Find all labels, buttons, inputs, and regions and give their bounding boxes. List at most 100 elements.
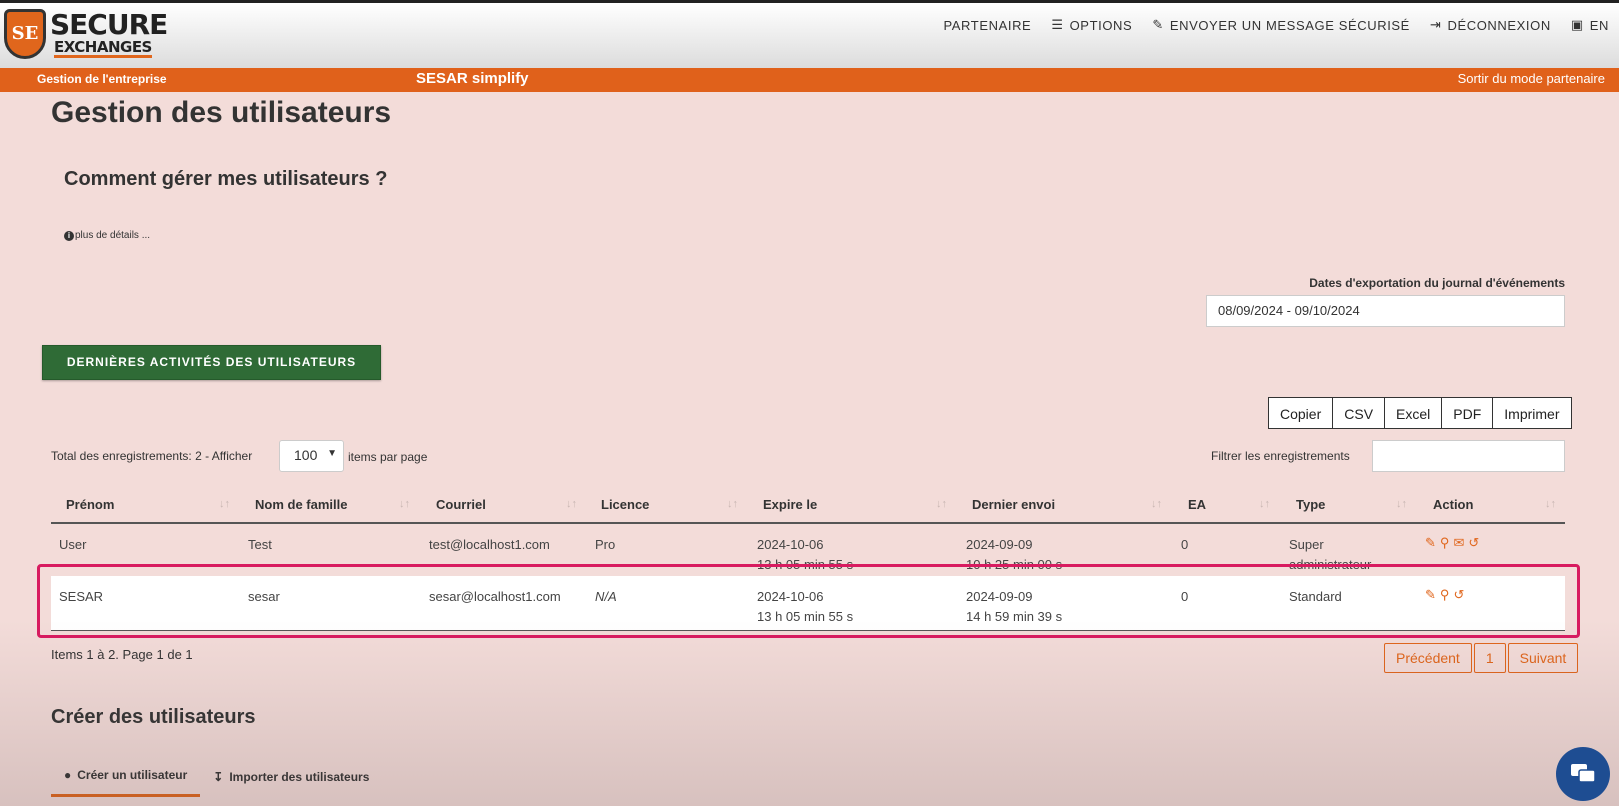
page-1-button[interactable]: 1 xyxy=(1473,643,1506,673)
company-name: SESAR simplify xyxy=(416,70,529,87)
col-expire[interactable]: Expire le xyxy=(763,497,817,512)
envoi-time: 10 h 25 min 00 s xyxy=(966,557,1063,572)
history-icon[interactable]: ↺ xyxy=(1468,535,1479,551)
details-link[interactable]: i plus de détails ... xyxy=(64,230,150,241)
row-actions: ✎ ⚲ ✉ ↺ xyxy=(1425,535,1479,551)
cell-dernier-envoi: 2024-09-09 14 h 59 min 39 s xyxy=(966,587,1062,627)
create-users-title: Créer des utilisateurs xyxy=(51,706,256,728)
cell-licence: N/A xyxy=(595,589,617,604)
nav-language[interactable]: ▣ EN xyxy=(1571,18,1609,33)
sort-icon[interactable]: ↓↑ xyxy=(727,498,738,510)
nav-send-label: ENVOYER UN MESSAGE SÉCURISÉ xyxy=(1169,18,1410,33)
secure-exchanges-logo[interactable]: SE SECURE EXCHANGES xyxy=(4,8,168,63)
table-row: SESAR sesar sesar@localhost1.com N/A 202… xyxy=(51,576,1565,631)
logo-text-line2: EXCHANGES xyxy=(54,38,152,58)
envoi-time: 14 h 59 min 39 s xyxy=(966,609,1063,624)
filter-input[interactable] xyxy=(1372,440,1565,472)
user-edit-icon[interactable]: ✎ xyxy=(1425,535,1436,551)
csv-button[interactable]: CSV xyxy=(1332,397,1386,429)
sort-icon[interactable]: ↓↑ xyxy=(219,498,230,510)
export-dates-input[interactable]: 08/09/2024 - 09/10/2024 xyxy=(1206,295,1565,327)
row-actions: ✎ ⚲ ↺ xyxy=(1425,587,1464,603)
expire-date: 2024-10-06 xyxy=(757,537,824,552)
cell-prenom: SESAR xyxy=(59,589,104,604)
cell-dernier-envoi: 2024-09-09 10 h 25 min 00 s xyxy=(966,535,1062,575)
page-title: Gestion des utilisateurs xyxy=(51,96,392,129)
create-tabs: ● Créer un utilisateur ↧ Importer des ut… xyxy=(51,760,382,797)
cell-licence: Pro xyxy=(595,537,616,552)
next-page-button[interactable]: Suivant xyxy=(1507,643,1579,673)
user-icon: ● xyxy=(64,768,72,782)
cell-type: Super administrateur xyxy=(1289,535,1371,575)
details-link-label: plus de détails ... xyxy=(75,230,151,241)
envoi-date: 2024-09-09 xyxy=(966,589,1033,604)
main-nav: PARTENAIRE ☰ OPTIONS ✎ ENVOYER UN MESSAG… xyxy=(943,18,1609,33)
chevron-down-icon: ▼ xyxy=(327,448,337,459)
history-icon[interactable]: ↺ xyxy=(1453,587,1464,603)
nav-partenaire[interactable]: PARTENAIRE xyxy=(943,18,1031,33)
filter-label: Filtrer les enregistrements xyxy=(1211,449,1350,463)
cell-nom: Test xyxy=(248,537,272,552)
award-icon[interactable]: ⚲ xyxy=(1440,535,1450,551)
export-button-group: Copier CSV Excel PDF Imprimer xyxy=(1268,397,1572,429)
cell-ea: 0 xyxy=(1181,589,1189,604)
type-line1: Super xyxy=(1289,537,1324,552)
cell-courriel: sesar@localhost1.com xyxy=(429,589,561,604)
chat-button[interactable] xyxy=(1556,747,1610,801)
cell-expire: 2024-10-06 13 h 05 min 55 s xyxy=(757,535,853,575)
page-size-select[interactable]: 100 ▼ xyxy=(279,440,344,472)
pdf-button[interactable]: PDF xyxy=(1441,397,1494,429)
info-icon: i xyxy=(64,230,74,241)
logo-text-line1: SECURE xyxy=(50,8,168,41)
sort-icon[interactable]: ↓↑ xyxy=(399,498,410,510)
edit-icon: ✎ xyxy=(1152,18,1164,33)
table-header: Prénom ↓↑ Nom de famille ↓↑ Courriel ↓↑ … xyxy=(51,488,1565,524)
nav-partenaire-label: PARTENAIRE xyxy=(943,18,1032,33)
col-ea[interactable]: EA xyxy=(1188,497,1206,512)
col-nom[interactable]: Nom de famille xyxy=(255,497,347,512)
sort-icon[interactable]: ↓↑ xyxy=(936,498,947,510)
sort-icon[interactable]: ↓↑ xyxy=(1396,498,1407,510)
col-dernier-envoi[interactable]: Dernier envoi xyxy=(972,497,1055,512)
user-edit-icon[interactable]: ✎ xyxy=(1425,587,1436,603)
cell-expire: 2024-10-06 13 h 05 min 55 s xyxy=(757,587,853,627)
table-row: User Test test@localhost1.com Pro 2024-1… xyxy=(51,524,1565,576)
items-per-page-label: items par page xyxy=(348,450,428,464)
excel-button[interactable]: Excel xyxy=(1384,397,1443,429)
cell-courriel: test@localhost1.com xyxy=(429,537,550,552)
company-management-link[interactable]: Gestion de l'entreprise xyxy=(37,72,167,86)
recent-activities-button[interactable]: DERNIÈRES ACTIVITÉS DES UTILISATEURS xyxy=(42,345,381,380)
col-type[interactable]: Type xyxy=(1296,497,1325,512)
sort-icon[interactable]: ↓↑ xyxy=(1545,498,1556,510)
help-title: Comment gérer mes utilisateurs ? xyxy=(64,168,388,190)
sort-icon[interactable]: ↓↑ xyxy=(566,498,577,510)
col-licence[interactable]: Licence xyxy=(601,497,649,512)
top-navbar: SE SECURE EXCHANGES PARTENAIRE ☰ OPTIONS… xyxy=(0,0,1619,68)
envoi-date: 2024-09-09 xyxy=(966,537,1033,552)
col-action: Action xyxy=(1433,497,1474,512)
expire-date: 2024-10-06 xyxy=(757,589,824,604)
col-courriel[interactable]: Courriel xyxy=(436,497,486,512)
nav-logout[interactable]: ⇥ DÉCONNEXION xyxy=(1430,18,1551,33)
envelope-icon[interactable]: ✉ xyxy=(1453,535,1464,551)
sort-icon[interactable]: ↓↑ xyxy=(1259,498,1270,510)
previous-page-button[interactable]: Précédent xyxy=(1384,643,1472,673)
copy-button[interactable]: Copier xyxy=(1268,397,1334,429)
award-icon[interactable]: ⚲ xyxy=(1440,587,1450,603)
chat-icon xyxy=(1571,764,1596,783)
nav-options[interactable]: ☰ OPTIONS xyxy=(1051,18,1132,33)
col-prenom[interactable]: Prénom xyxy=(66,497,114,512)
page-size-value: 100 xyxy=(294,447,318,463)
cell-type: Standard xyxy=(1289,589,1342,604)
partner-bar: Gestion de l'entreprise SESAR simplify S… xyxy=(0,68,1619,92)
exit-partner-mode-link[interactable]: Sortir du mode partenaire xyxy=(1458,71,1605,86)
sign-out-icon: ⇥ xyxy=(1429,18,1442,33)
tab-create-user[interactable]: ● Créer un utilisateur xyxy=(51,760,201,797)
tab-import-users[interactable]: ↧ Importer des utilisateurs xyxy=(200,760,382,797)
users-table: Prénom ↓↑ Nom de famille ↓↑ Courriel ↓↑ … xyxy=(51,488,1565,631)
expire-time: 13 h 05 min 55 s xyxy=(757,557,854,572)
sort-icon[interactable]: ↓↑ xyxy=(1151,498,1162,510)
print-button[interactable]: Imprimer xyxy=(1492,397,1572,429)
export-dates-label: Dates d'exportation du journal d'événeme… xyxy=(1309,276,1565,290)
nav-send-secure-message[interactable]: ✎ ENVOYER UN MESSAGE SÉCURISÉ xyxy=(1152,18,1410,33)
